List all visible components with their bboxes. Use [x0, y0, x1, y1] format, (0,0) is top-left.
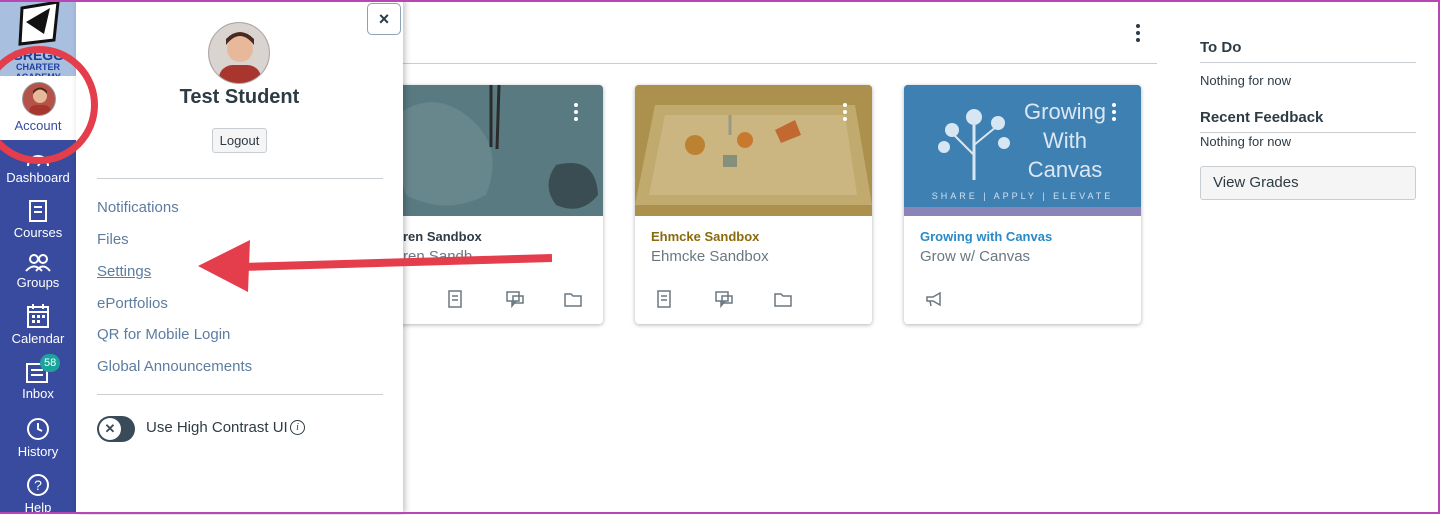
files-folder-icon[interactable]	[564, 290, 582, 308]
courses-icon	[29, 200, 47, 222]
high-contrast-toggle[interactable]: ✕	[97, 416, 135, 442]
course-card-image	[635, 85, 872, 216]
info-icon[interactable]: i	[290, 420, 305, 435]
tray-link-eportfolios[interactable]: ePortfolios	[97, 295, 168, 312]
divider	[1200, 62, 1416, 63]
discussions-icon[interactable]	[715, 290, 733, 308]
course-image-text: Canvas	[1027, 157, 1103, 182]
calendar-icon	[27, 304, 49, 328]
todo-empty-text: Nothing for now	[1200, 73, 1292, 88]
tray-link-global-announcements[interactable]: Global Announcements	[97, 358, 252, 375]
tray-link-files[interactable]: Files	[97, 231, 129, 248]
nav-inbox[interactable]: 58 Inbox	[0, 354, 76, 401]
course-card-title[interactable]: Ehmcke Sandbox	[651, 229, 759, 244]
high-contrast-label: Use High Contrast UI	[146, 419, 288, 436]
tray-link-notifications[interactable]: Notifications	[97, 199, 179, 216]
todo-heading: To Do	[1200, 39, 1242, 56]
nav-dashboard-label: Dashboard	[6, 170, 70, 185]
nav-courses[interactable]: Courses	[0, 199, 76, 240]
dashboard-options-kebab-icon[interactable]	[1135, 24, 1141, 45]
nav-groups-label: Groups	[16, 275, 60, 290]
svg-text:?: ?	[34, 477, 42, 493]
course-card-subtitle: Grow w/ Canvas	[920, 248, 1031, 265]
course-card-options-kebab-icon[interactable]	[573, 103, 579, 124]
nav-inbox-label: Inbox	[22, 386, 54, 401]
course-image-text: Growing	[1024, 99, 1106, 124]
nav-help[interactable]: ? Help	[0, 472, 76, 515]
assignments-icon[interactable]	[656, 290, 674, 308]
course-card-image: Growing With Canvas SHARE | APPLY | ELEV…	[904, 85, 1141, 216]
divider	[97, 394, 383, 395]
view-grades-button[interactable]: View Grades	[1200, 166, 1416, 200]
nav-help-label: Help	[24, 500, 52, 515]
profile-avatar[interactable]	[208, 22, 270, 84]
course-card-subtitle: Ehmcke Sandbox	[651, 248, 769, 265]
course-image-text: With	[1043, 128, 1087, 153]
nav-calendar-label: Calendar	[11, 331, 65, 346]
feedback-empty-text: Nothing for now	[1200, 134, 1292, 149]
logout-button[interactable]: Logout	[212, 128, 267, 153]
tray-link-settings[interactable]: Settings	[97, 263, 151, 280]
toggle-off-icon: ✕	[99, 418, 121, 440]
course-card-options-kebab-icon[interactable]	[842, 103, 848, 124]
history-clock-icon	[27, 418, 49, 440]
user-name: Test Student	[179, 86, 300, 108]
divider	[97, 178, 383, 179]
nav-courses-label: Courses	[13, 225, 63, 240]
inbox-unread-badge: 58	[40, 354, 61, 372]
nav-calendar[interactable]: Calendar	[0, 303, 76, 346]
close-tray-button[interactable]: ×	[367, 3, 401, 35]
course-image-footer: SHARE | APPLY | ELEVATE	[931, 191, 1114, 201]
nav-groups[interactable]: Groups	[0, 253, 76, 290]
course-card-options-kebab-icon[interactable]	[1111, 103, 1117, 124]
tray-link-qr-mobile-login[interactable]: QR for Mobile Login	[97, 326, 230, 343]
header-divider	[403, 63, 1157, 64]
groups-icon	[25, 254, 51, 272]
files-folder-icon[interactable]	[774, 290, 792, 308]
announcements-megaphone-icon[interactable]	[925, 290, 943, 308]
nav-history-label: History	[17, 444, 59, 459]
divider	[1200, 132, 1416, 133]
course-card[interactable]: Ehmcke Sandbox Ehmcke Sandbox	[635, 85, 872, 324]
annotation-arrow	[198, 240, 553, 292]
course-card-title[interactable]: Growing with Canvas	[920, 229, 1052, 244]
course-card[interactable]: Growing With Canvas SHARE | APPLY | ELEV…	[904, 85, 1141, 324]
help-icon: ?	[27, 474, 49, 496]
nav-history[interactable]: History	[0, 416, 76, 459]
recent-feedback-heading: Recent Feedback	[1200, 109, 1324, 126]
